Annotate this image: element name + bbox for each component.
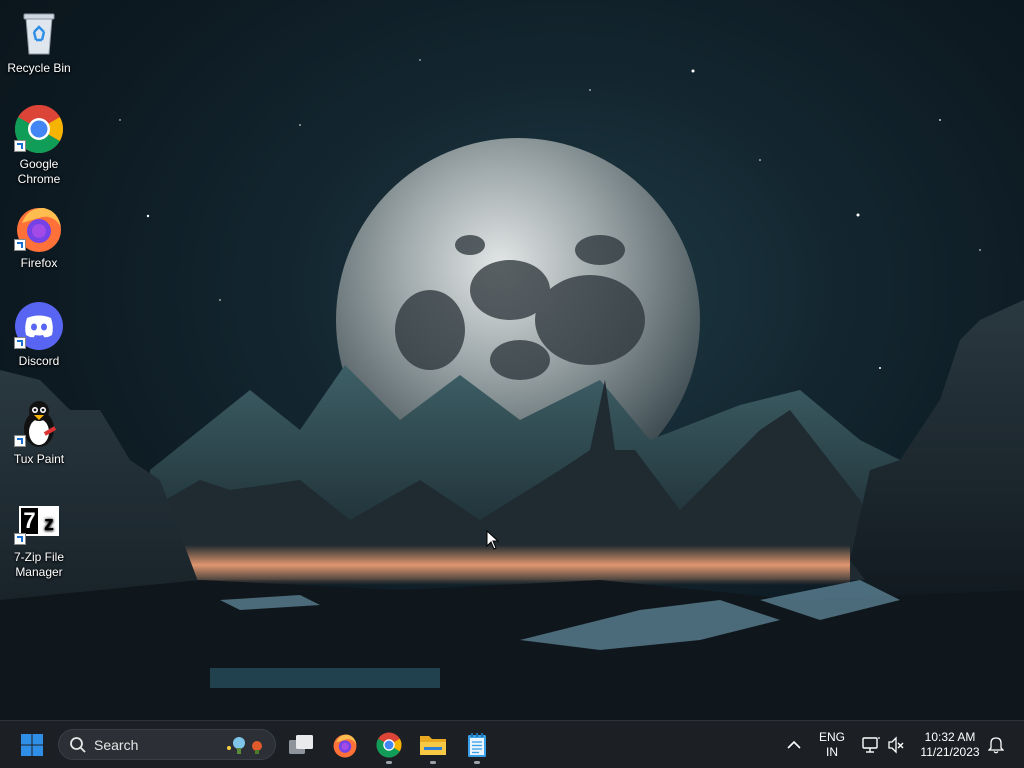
- desktop-icon-label: Tux Paint: [13, 452, 65, 466]
- shortcut-arrow-icon: [14, 239, 26, 251]
- recycle-bin-icon: [14, 8, 64, 58]
- desktop-icon-discord[interactable]: Discord: [2, 301, 76, 369]
- volume-muted-icon: [888, 736, 904, 754]
- running-indicator: [386, 761, 392, 764]
- network-icon: [862, 737, 880, 753]
- 7zip-icon: 7 z: [14, 497, 64, 547]
- chevron-up-icon: [787, 740, 801, 749]
- running-indicator: [430, 761, 436, 764]
- shortcut-arrow-icon: [14, 337, 26, 349]
- wallpaper-art: [0, 59, 1024, 720]
- search-icon: [69, 736, 87, 754]
- taskbar: Search ENG IN 10:32 AM 11/21/2023: [0, 720, 1024, 768]
- desktop-icon-7zip[interactable]: 7 z 7-Zip File Manager: [2, 497, 76, 580]
- desktop-wallpaper: [0, 0, 1024, 720]
- windows-start-icon: [21, 734, 43, 756]
- clock-date: 11/21/2023: [920, 745, 980, 759]
- firefox-icon: [333, 734, 357, 758]
- notification-button[interactable]: [980, 725, 1012, 765]
- language-region: IN: [825, 745, 838, 759]
- show-hidden-icons-button[interactable]: [774, 725, 814, 765]
- desktop-icon-recycle-bin[interactable]: Recycle Bin: [2, 8, 76, 76]
- shortcut-arrow-icon: [14, 140, 26, 152]
- language-code: ENG: [818, 730, 845, 744]
- task-view-button[interactable]: [281, 725, 321, 765]
- notepad-icon: [468, 733, 486, 757]
- language-indicator[interactable]: ENG IN: [812, 725, 852, 765]
- search-placeholder: Search: [94, 736, 139, 753]
- tux-paint-icon: [14, 399, 64, 449]
- clock-button[interactable]: 10:32 AM 11/21/2023: [912, 725, 988, 765]
- folder-icon: [420, 736, 446, 755]
- chrome-icon: [376, 732, 402, 758]
- svg-text:7: 7: [23, 508, 35, 533]
- task-view-icon: [289, 735, 313, 754]
- desktop-icon-google-chrome[interactable]: Google Chrome: [2, 104, 76, 187]
- search-highlight-icon: [227, 737, 262, 754]
- desktop-icon-label: Discord: [18, 354, 60, 368]
- desktop-icon-label: 7-Zip File Manager: [13, 550, 64, 579]
- running-indicator: [474, 761, 480, 764]
- bell-icon: [988, 737, 1004, 754]
- taskbar-app-chrome[interactable]: [369, 725, 409, 765]
- discord-icon: [14, 301, 64, 351]
- taskbar-search-box[interactable]: Search: [58, 729, 276, 760]
- mouse-cursor-icon: [486, 529, 500, 555]
- desktop-icon-label: Recycle Bin: [7, 61, 71, 75]
- clock-time: 10:32 AM: [924, 730, 976, 744]
- shortcut-arrow-icon: [14, 435, 26, 447]
- desktop-icon-label: Google Chrome: [17, 157, 61, 186]
- desktop-icon-firefox[interactable]: Firefox: [2, 203, 76, 271]
- desktop-icon-tux-paint[interactable]: Tux Paint: [2, 399, 76, 467]
- start-button[interactable]: [12, 725, 52, 765]
- firefox-icon: [14, 203, 64, 253]
- taskbar-app-notepad[interactable]: [457, 725, 497, 765]
- desktop-icon-label: Firefox: [20, 256, 58, 270]
- taskbar-app-file-explorer[interactable]: [413, 725, 453, 765]
- chrome-icon: [14, 104, 64, 154]
- shortcut-arrow-icon: [14, 533, 26, 545]
- quick-settings-button[interactable]: [856, 725, 910, 765]
- taskbar-app-firefox[interactable]: [325, 725, 365, 765]
- svg-text:z: z: [44, 513, 54, 535]
